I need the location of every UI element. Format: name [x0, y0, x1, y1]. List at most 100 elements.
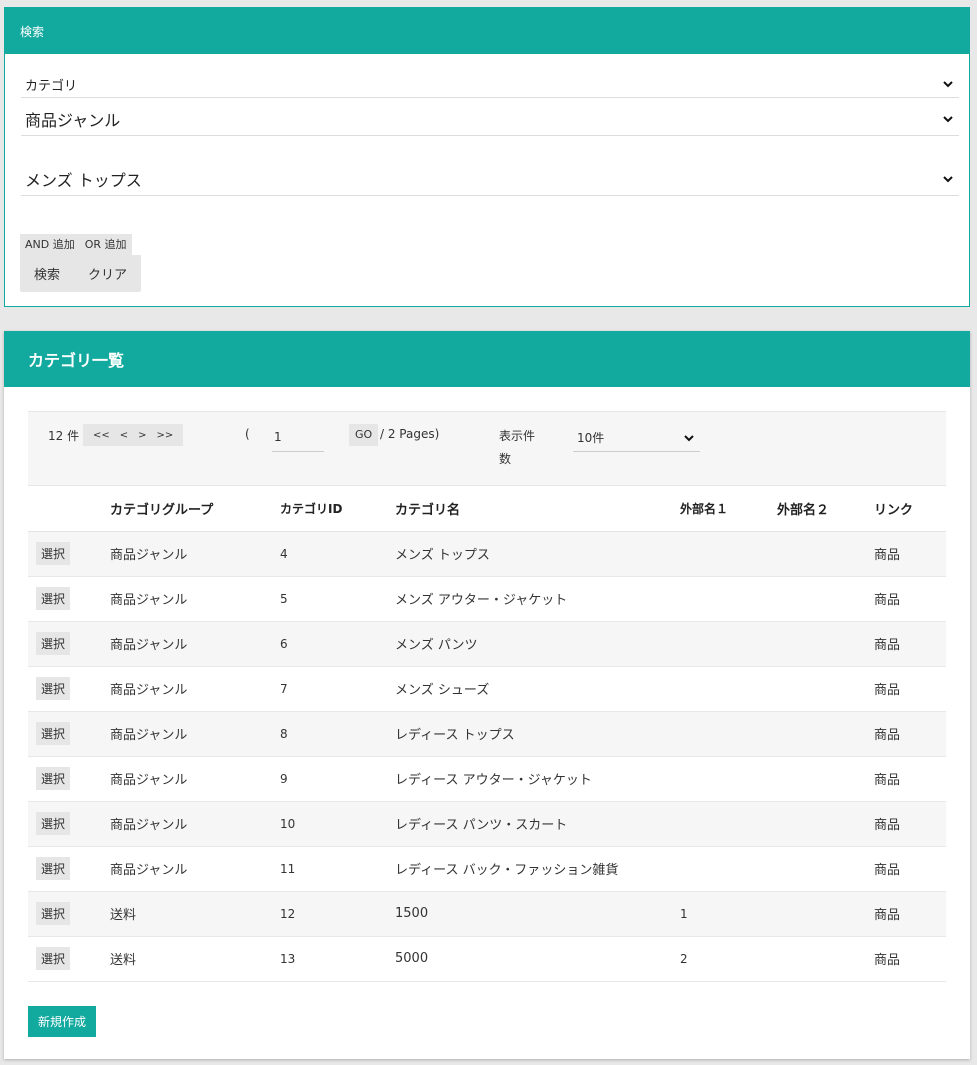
select-button[interactable]: 選択: [36, 587, 71, 610]
cell-group: 商品ジャンル: [110, 621, 280, 667]
or-add-button[interactable]: OR 追加: [79, 234, 132, 255]
column-header: カテゴリグループ: [110, 486, 280, 532]
cell-name: メンズ パンツ: [395, 621, 680, 667]
select-button[interactable]: 選択: [36, 767, 71, 790]
chevron-down-icon: [943, 81, 953, 88]
page-number-input[interactable]: 1: [272, 424, 324, 452]
cell-id: 12: [280, 891, 395, 937]
cell-ext2: [777, 621, 874, 667]
cell-group: 商品ジャンル: [110, 666, 280, 712]
cell-link[interactable]: 商品: [874, 936, 946, 982]
total-pages: / 2 Pages): [380, 427, 440, 441]
cell-ext1: [680, 621, 777, 667]
open-paren: (: [245, 427, 250, 441]
table-row: 選択 商品ジャンル 8 レディース トップス 商品: [28, 711, 946, 757]
table-row: 選択 送料 12 1500 1 商品: [28, 891, 946, 937]
cell-id: 10: [280, 801, 395, 847]
cell-link[interactable]: 商品: [874, 891, 946, 937]
cell-name: レディース パンツ・スカート: [395, 801, 680, 847]
display-count-select[interactable]: 10件: [573, 424, 700, 452]
cell-group: 送料: [110, 891, 280, 937]
cell-id: 7: [280, 666, 395, 712]
cell-ext1: [680, 846, 777, 892]
select-button[interactable]: 選択: [36, 947, 71, 970]
cell-name: メンズ トップス: [395, 531, 680, 577]
prev-page-button[interactable]: <: [120, 430, 128, 441]
cell-name: メンズ アウター・ジャケット: [395, 576, 680, 622]
cell-name: 5000: [395, 936, 680, 982]
select-button[interactable]: 選択: [36, 902, 71, 925]
select-button[interactable]: 選択: [36, 632, 71, 655]
select-button[interactable]: 選択: [36, 722, 71, 745]
cell-group: 商品ジャンル: [110, 846, 280, 892]
last-page-button[interactable]: >>: [157, 430, 174, 441]
cell-name: 1500: [395, 891, 680, 937]
column-header: [28, 486, 110, 532]
genre-select[interactable]: 商品ジャンル: [21, 102, 959, 136]
cell-ext2: [777, 891, 874, 937]
cell-ext2: [777, 576, 874, 622]
table-row: 選択 商品ジャンル 6 メンズ パンツ 商品: [28, 621, 946, 667]
next-page-button[interactable]: >: [138, 430, 146, 441]
cell-ext2: [777, 756, 874, 802]
cell-name: レディース トップス: [395, 711, 680, 757]
table-row: 選択 商品ジャンル 7 メンズ シューズ 商品: [28, 666, 946, 712]
cell-link[interactable]: 商品: [874, 756, 946, 802]
category-select-value: メンズ トップス: [25, 170, 142, 190]
cell-ext2: [777, 711, 874, 757]
category-table: カテゴリグループ カテゴリID カテゴリ名 外部名１ 外部名２ リンク 選択 商…: [28, 486, 946, 982]
category-select[interactable]: メンズ トップス: [21, 162, 959, 196]
cell-group: 商品ジャンル: [110, 711, 280, 757]
cell-ext1: [680, 801, 777, 847]
cell-group: 商品ジャンル: [110, 576, 280, 622]
cell-ext2: [777, 666, 874, 712]
search-panel-title: 検索: [5, 8, 969, 54]
list-panel-title: カテゴリ一覧: [4, 331, 970, 387]
cell-link[interactable]: 商品: [874, 621, 946, 667]
cell-link[interactable]: 商品: [874, 666, 946, 712]
category-type-select[interactable]: カテゴリ: [21, 71, 959, 98]
clear-button[interactable]: クリア: [88, 264, 127, 283]
select-button[interactable]: 選択: [36, 677, 71, 700]
cell-group: 送料: [110, 936, 280, 982]
cell-group: 商品ジャンル: [110, 756, 280, 802]
select-button[interactable]: 選択: [36, 542, 71, 565]
table-row: 選択 商品ジャンル 9 レディース アウター・ジャケット 商品: [28, 756, 946, 802]
cell-name: レディース アウター・ジャケット: [395, 756, 680, 802]
cell-link[interactable]: 商品: [874, 801, 946, 847]
cell-id: 4: [280, 531, 395, 577]
table-row: 選択 商品ジャンル 10 レディース パンツ・スカート 商品: [28, 801, 946, 847]
cell-id: 11: [280, 846, 395, 892]
category-type-label: カテゴリ: [25, 78, 78, 94]
cell-link[interactable]: 商品: [874, 531, 946, 577]
table-row: 選択 商品ジャンル 4 メンズ トップス 商品: [28, 531, 946, 577]
cell-id: 8: [280, 711, 395, 757]
cell-ext2: [777, 531, 874, 577]
condition-buttons: AND 追加 OR 追加: [20, 234, 132, 255]
table-row: 選択 送料 13 5000 2 商品: [28, 936, 946, 982]
cell-group: 商品ジャンル: [110, 531, 280, 577]
go-button[interactable]: GO: [349, 424, 379, 446]
cell-ext2: [777, 801, 874, 847]
create-new-button[interactable]: 新規作成: [28, 1006, 97, 1037]
genre-select-value: 商品ジャンル: [25, 110, 121, 130]
search-button[interactable]: 検索: [34, 264, 60, 283]
category-list-panel: カテゴリ一覧 12 件 << < > >> ( 1 GO / 2 Pages) …: [4, 331, 970, 1059]
search-panel: 検索 カテゴリ 商品ジャンル メンズ トップス AND 追加 OR 追加 検索 …: [4, 7, 970, 307]
cell-link[interactable]: 商品: [874, 846, 946, 892]
cell-ext1: [680, 576, 777, 622]
cell-link[interactable]: 商品: [874, 576, 946, 622]
result-count: 12 件: [48, 429, 80, 443]
cell-ext1: [680, 666, 777, 712]
pagination-bar: 12 件 << < > >> ( 1 GO / 2 Pages) 表示件数 10…: [28, 411, 946, 486]
cell-ext1: 2: [680, 936, 777, 982]
select-button[interactable]: 選択: [36, 857, 71, 880]
and-add-button[interactable]: AND 追加: [20, 234, 80, 255]
search-action-buttons: 検索 クリア: [20, 255, 142, 292]
cell-link[interactable]: 商品: [874, 711, 946, 757]
cell-id: 5: [280, 576, 395, 622]
column-header: カテゴリID: [280, 486, 395, 532]
chevron-down-icon: [684, 434, 694, 441]
select-button[interactable]: 選択: [36, 812, 71, 835]
first-page-button[interactable]: <<: [93, 430, 110, 441]
